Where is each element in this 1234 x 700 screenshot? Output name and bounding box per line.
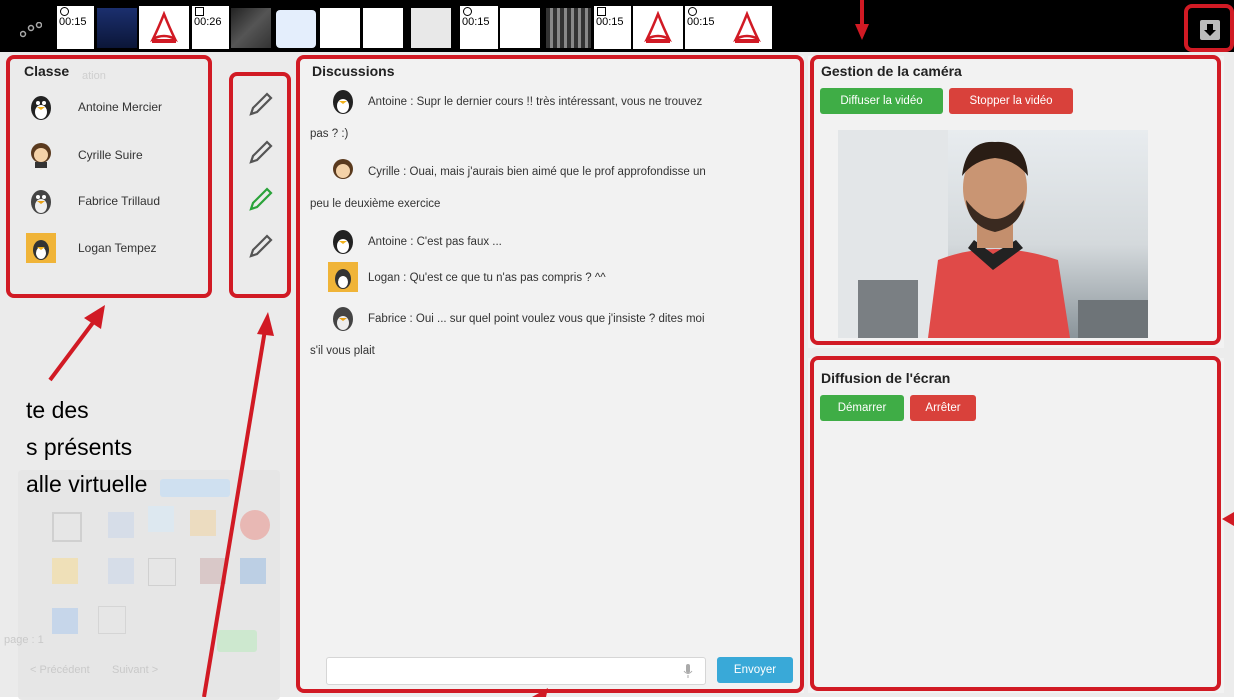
arrow-head-screen xyxy=(1222,512,1234,526)
arrow-head-discussions xyxy=(532,688,548,697)
annotation-arrows xyxy=(48,0,1234,697)
arrow-to-classe xyxy=(48,318,97,382)
arrow-head-pencils xyxy=(257,312,274,336)
arrow-head-camera xyxy=(855,24,869,40)
arrow-head-classe xyxy=(84,305,105,329)
arrow-to-pencils xyxy=(202,329,267,697)
ghost-text: ation xyxy=(82,70,106,82)
